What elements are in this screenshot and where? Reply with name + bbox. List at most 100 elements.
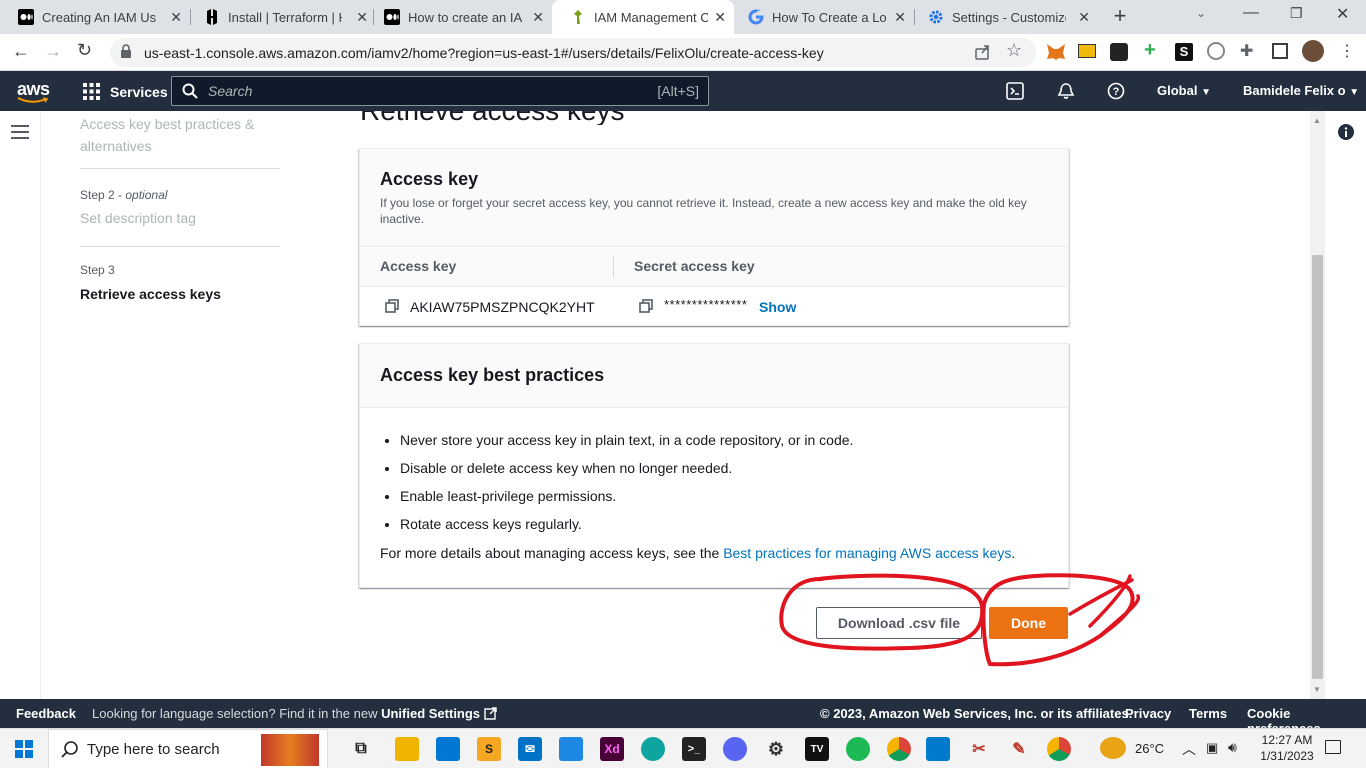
sublime-text-icon[interactable]: S	[477, 737, 501, 761]
terms-link[interactable]: Terms	[1189, 706, 1227, 721]
browser-tab-1[interactable]: Creating An IAM User ✕	[0, 0, 190, 34]
snipping-tool-icon[interactable]: ✂	[967, 737, 991, 761]
best-practices-link[interactable]: Best practices for managing AWS access k…	[723, 545, 1011, 561]
access-key-panel: Access key If you lose or forget your se…	[359, 148, 1069, 326]
more-details-text: For more details about managing access k…	[360, 544, 1068, 561]
weather-icon[interactable]	[1100, 737, 1126, 759]
browser-tab-6[interactable]: Settings - Customize ✕	[910, 0, 1098, 34]
microsoft-store-icon[interactable]	[436, 737, 460, 761]
tradingview-icon[interactable]: TV	[805, 737, 829, 761]
app-icon[interactable]	[559, 737, 583, 761]
plus-extension-icon[interactable]: +	[1144, 39, 1156, 62]
info-icon[interactable]	[1338, 124, 1354, 145]
new-tab-button[interactable]: +	[1108, 4, 1132, 28]
more-details-suffix: .	[1011, 545, 1016, 561]
tray-chevron-up-icon[interactable]: ︿	[1182, 739, 1196, 759]
scroll-up-arrow-icon[interactable]: ▲	[1313, 116, 1321, 125]
clock[interactable]: 12:27 AM 1/31/2023	[1257, 732, 1317, 764]
edge-icon[interactable]	[641, 737, 665, 761]
close-icon[interactable]: ✕	[170, 9, 182, 26]
scroll-down-arrow-icon[interactable]: ▼	[1313, 685, 1321, 694]
account-label: Bamidele Felix o	[1243, 83, 1346, 98]
step2-label[interactable]: Set description tag	[80, 210, 196, 226]
browser-tab-4-active[interactable]: IAM Management Console ✕	[552, 0, 734, 34]
browser-tab-5[interactable]: How To Create a Load ✕	[730, 0, 914, 34]
search-icon	[61, 741, 78, 758]
reload-button[interactable]: ↻	[77, 40, 92, 61]
best-practices-panel: Access key best practices Never store yo…	[359, 343, 1069, 588]
cloudshell-icon[interactable]	[1006, 82, 1024, 105]
step1-label[interactable]: Access key best practices & alternatives	[80, 113, 280, 157]
side-panel-icon[interactable]	[1272, 43, 1288, 59]
main-content: Access key best practices & alternatives…	[0, 111, 1366, 699]
browser-tab-2[interactable]: Install | Terraform | HashiCorp ✕	[186, 0, 376, 34]
privacy-link[interactable]: Privacy	[1125, 706, 1171, 721]
close-icon[interactable]: ✕	[532, 9, 544, 26]
extension-icon[interactable]	[1110, 43, 1128, 61]
aws-search-input[interactable]: Search [Alt+S]	[171, 76, 709, 106]
close-icon[interactable]: ✕	[1078, 9, 1090, 26]
scrollbar-thumb[interactable]	[1312, 255, 1323, 679]
terminal-icon[interactable]: >_	[682, 737, 706, 761]
aws-icon	[570, 9, 586, 25]
wallet-extension-icon[interactable]	[1078, 44, 1096, 58]
page-title: Retrieve access keys	[360, 111, 860, 125]
tab-title: Install | Terraform | HashiCorp	[228, 9, 342, 25]
puzzle-icon[interactable]: ✚	[1240, 41, 1253, 61]
hamburger-menu-icon[interactable]	[11, 125, 29, 144]
copyright: © 2023, Amazon Web Services, Inc. or its…	[820, 706, 1133, 721]
vscode-icon[interactable]	[926, 737, 950, 761]
back-button[interactable]: ←	[12, 41, 30, 62]
close-icon[interactable]: ✕	[894, 9, 906, 26]
close-icon[interactable]: ✕	[714, 9, 726, 26]
list-item: Never store your access key in plain tex…	[400, 432, 1048, 448]
windows-start-icon[interactable]	[15, 740, 33, 763]
feedback-link[interactable]: Feedback	[16, 706, 76, 721]
help-icon[interactable]: ?	[1107, 82, 1125, 105]
tab-search-icon[interactable]: ⌄	[1196, 6, 1206, 20]
language-hint-text: Looking for language selection? Find it …	[92, 706, 378, 721]
browser-tab-3[interactable]: How to create an IAM ✕	[366, 0, 552, 34]
file-explorer-icon[interactable]	[395, 737, 419, 761]
circle-extension-icon[interactable]	[1207, 42, 1225, 60]
paint-icon[interactable]: ✎	[1007, 737, 1031, 761]
services-menu[interactable]: Services	[83, 83, 168, 100]
metamask-icon[interactable]	[1046, 43, 1066, 66]
forward-button[interactable]: →	[44, 41, 62, 62]
task-view-icon[interactable]: ⧉	[349, 737, 373, 761]
s-extension-icon[interactable]: S	[1175, 43, 1193, 61]
chrome-active-icon[interactable]	[1047, 737, 1071, 761]
scrollbar[interactable]: ▲ ▼	[1310, 111, 1325, 699]
notification-center-icon[interactable]	[1325, 740, 1341, 754]
step-divider	[80, 168, 280, 169]
aws-logo[interactable]: aws	[17, 79, 50, 103]
network-icon[interactable]: ▣	[1206, 740, 1218, 756]
share-icon[interactable]	[974, 43, 992, 64]
restore-button[interactable]: ❐	[1290, 5, 1303, 22]
bookmark-star-icon[interactable]: ☆	[1006, 40, 1022, 61]
unified-settings-link[interactable]: Unified Settings	[381, 706, 480, 721]
adobe-xd-icon[interactable]: Xd	[600, 737, 624, 761]
kebab-menu-icon[interactable]: ⋮	[1339, 41, 1355, 61]
account-menu[interactable]: Bamidele Felix o ▼	[1243, 83, 1359, 98]
discord-icon[interactable]	[723, 737, 747, 761]
show-secret-link[interactable]: Show	[759, 299, 796, 315]
volume-icon[interactable]: 🔊︎	[1228, 739, 1237, 756]
taskbar-search-input[interactable]: Type here to search	[48, 729, 328, 768]
settings-gear-icon[interactable]: ⚙	[764, 737, 788, 761]
spotify-icon[interactable]	[846, 737, 870, 761]
copy-icon[interactable]	[385, 299, 399, 316]
avatar[interactable]	[1302, 40, 1324, 62]
copy-icon[interactable]	[639, 299, 653, 316]
minimize-button[interactable]: —	[1243, 4, 1259, 22]
external-link-icon	[483, 707, 497, 720]
region-selector[interactable]: Global ▼	[1157, 83, 1211, 98]
column-header-access-key: Access key	[380, 258, 457, 274]
close-window-button[interactable]: ✕	[1336, 4, 1349, 24]
chrome-icon[interactable]	[887, 737, 911, 761]
browser-tab-strip: Creating An IAM User ✕ Install | Terrafo…	[0, 0, 1366, 34]
address-bar[interactable]: us-east-1.console.aws.amazon.com/iamv2/h…	[110, 38, 1036, 67]
bell-icon[interactable]	[1057, 82, 1075, 105]
mail-icon[interactable]: ✉	[518, 737, 542, 761]
caret-down-icon: ▼	[1349, 87, 1360, 98]
